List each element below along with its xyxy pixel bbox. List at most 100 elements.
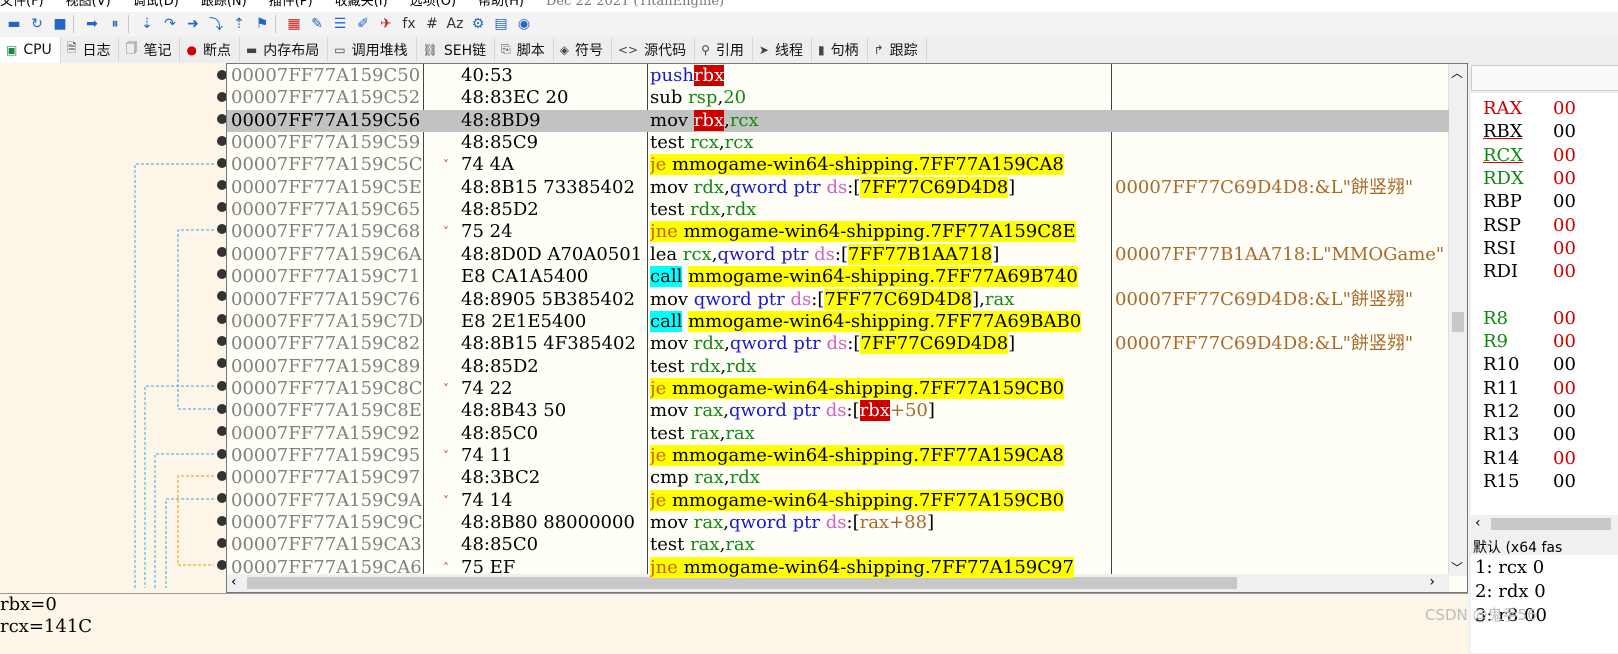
trace-over-icon[interactable]: ⤵ (207, 15, 225, 33)
register-list[interactable]: RAX 00 RBX 00 RCX 00 RDX 00 RBP 00 RSP 00 RSI 00 RDI 00… (1471, 93, 1618, 518)
disasm-row[interactable]: 00007FF77A159C59 48:85C9 test rcx,rcx (227, 132, 1449, 154)
address: 00007FF77A159C56 (231, 109, 421, 131)
register-row[interactable]: RAX 00 (1483, 97, 1576, 120)
disasm-row[interactable]: 00007FF77A159C8E 48:8B43 50 mov rax,qword … (227, 400, 1449, 422)
scroll-thumb[interactable] (1452, 312, 1464, 332)
label-icon[interactable]: ✐ (354, 15, 372, 33)
disasm-row[interactable]: 00007FF77A159C56 48:8BD9 mov rbx,rcx (227, 109, 1449, 132)
tab-handles[interactable]: ▮ 句柄 (812, 37, 868, 62)
disasm-row[interactable]: 00007FF77A159C65 48:85D2 test rdx,rdx (227, 199, 1449, 221)
restart-icon[interactable]: ↻ (28, 15, 46, 33)
tab-callstack[interactable]: ▭ 调用堆栈 (328, 37, 417, 62)
help-icon[interactable]: ◉ (515, 15, 533, 33)
calling-convention[interactable]: 默认 (x64 fas (1473, 537, 1562, 557)
scylla-icon[interactable]: ▦ (285, 15, 303, 33)
register-row[interactable]: RSP 00 (1483, 214, 1576, 237)
register-row[interactable]: R11 00 (1483, 377, 1576, 400)
disasm-row[interactable]: 00007FF77A159C6A 48:8D0D A70A0501 lea rcx,… (227, 243, 1449, 266)
disasm-row[interactable]: 00007FF77A159CA6 ˄ 75 EF jne mmogame-win64-… (227, 556, 1449, 579)
disasm-row[interactable]: 00007FF77A159C89 48:85D2 test rdx,rdx (227, 356, 1449, 378)
disasm-row[interactable]: 00007FF77A159C8C ˅ 74 22 je mmogame-win64-s… (227, 377, 1449, 400)
scroll-up-icon[interactable]: ︿ (1451, 64, 1463, 81)
disasm-row[interactable]: 00007FF77A159C5E 48:8B15 73385402 mov rdx,… (227, 176, 1449, 199)
bookmark-icon[interactable]: ✈ (377, 15, 395, 33)
run-to-user-code-icon[interactable]: ⚑ (253, 15, 271, 33)
run-icon[interactable]: ➡ (83, 15, 101, 33)
stop-icon[interactable]: ■ (51, 15, 69, 33)
disasm-row[interactable]: 00007FF77A159C97 48:3BC2 cmp rax,rdx (227, 467, 1449, 489)
register-row[interactable]: RCX 00 (1483, 144, 1576, 167)
tab-log[interactable]: 🗎 日志 (61, 37, 120, 62)
pause-icon[interactable]: ⏸ (106, 15, 124, 33)
hscroll-thumb[interactable] (1491, 518, 1611, 530)
tab-seh[interactable]: ⛓ SEH链 (417, 37, 496, 62)
instruction-token: rax (725, 422, 755, 444)
scroll-left-icon[interactable]: ‹ (1475, 515, 1481, 531)
settings-icon[interactable]: ⚙ (469, 15, 487, 33)
hash-icon[interactable]: # (423, 15, 441, 33)
tab-breakpoint[interactable]: ● 断点 (180, 37, 240, 62)
disasm-row[interactable]: 00007FF77A159C9A ˅ 74 14 je mmogame-win64-s… (227, 489, 1449, 512)
instruction-token: rdx (693, 176, 725, 198)
register-row[interactable]: RSI 00 (1483, 237, 1576, 260)
trace-into-icon[interactable]: ➜ (184, 15, 202, 33)
register-row[interactable]: R15 00 (1483, 470, 1576, 493)
instruction-token: mmogame-win64-shipping.7FF77A69B740 (688, 266, 1078, 288)
menu-item[interactable]: 调试(D) (133, 0, 179, 8)
vertical-scrollbar[interactable]: ︿ ﹀ (1448, 64, 1467, 576)
comment-icon[interactable]: ☰ (331, 15, 349, 33)
disasm-row[interactable]: 00007FF77A159C50 40:53 pushrbx (227, 65, 1449, 87)
register-row[interactable]: RDI 00 (1483, 260, 1576, 283)
tab-script[interactable]: ⎘ 脚本 (495, 37, 554, 62)
disasm-row[interactable]: 00007FF77A159C71 E8 CA1A5400 call mmogame-… (227, 266, 1449, 288)
tab-trace[interactable]: ↱ 跟踪 (868, 37, 927, 62)
register-row[interactable]: R9 00 (1483, 330, 1576, 353)
tab-notes[interactable]: 🗍 笔记 (119, 37, 181, 62)
register-row[interactable]: RDX 00 (1483, 167, 1576, 190)
menu-item[interactable]: 帮助(H) (478, 0, 524, 8)
register-row[interactable]: R14 00 (1483, 447, 1576, 470)
open-icon[interactable]: ▬ (5, 15, 23, 33)
calculator-icon[interactable]: ▤ (492, 15, 510, 33)
menu-item[interactable]: 选项(O) (410, 0, 456, 8)
function-icon[interactable]: fx (400, 15, 418, 33)
tab-references[interactable]: ⚲ 引用 (695, 37, 753, 62)
step-over-icon[interactable]: ↷ (161, 15, 179, 33)
menu-item[interactable]: 插件(P) (269, 0, 313, 8)
disassembly-view[interactable]: ︿ ﹀ ‹ › 00007FF77A159C50 40:53 pushrbx 0000… (226, 63, 1468, 593)
register-hscrollbar[interactable]: ‹ (1471, 515, 1618, 533)
disasm-row[interactable]: 00007FF77A159C82 48:8B15 4F385402 mov rdx,… (227, 333, 1449, 355)
tab-memory[interactable]: ▬ 内存布局 (240, 37, 329, 62)
register-row[interactable]: RBX 00 (1483, 120, 1576, 143)
disasm-row[interactable]: 00007FF77A159C92 48:85C0 test rax,rax (227, 423, 1449, 445)
patch-icon[interactable]: ✎ (308, 15, 326, 33)
hscroll-thumb[interactable] (247, 577, 1237, 589)
disasm-row[interactable]: 00007FF77A159C7D E8 2E1E5400 call mmogame-… (227, 310, 1449, 333)
disasm-row[interactable]: 00007FF77A159C68 ˅ 75 24 jne mmogame-win64-… (227, 221, 1449, 243)
disasm-row[interactable]: 00007FF77A159C52 48:83EC 20 sub rsp,20 (227, 87, 1449, 109)
disasm-row[interactable]: 00007FF77A159C5C ˅ 74 4A je mmogame-win64-s… (227, 154, 1449, 176)
address: 00007FF77A159C65 (231, 199, 421, 221)
register-row[interactable]: R8 00 (1483, 307, 1576, 330)
register-row[interactable]: RBP 00 (1483, 190, 1576, 213)
tab-threads[interactable]: ➤ 线程 (753, 37, 812, 62)
register-row[interactable]: R13 00 (1483, 423, 1576, 446)
disasm-row[interactable]: 00007FF77A159C95 ˅ 74 11 je mmogame-win64-s… (227, 444, 1449, 467)
menu-item[interactable]: 跟踪(N) (201, 0, 247, 8)
execute-till-return-icon[interactable]: ⇡ (230, 15, 248, 33)
tab-symbol[interactable]: ◈ 符号 (554, 37, 612, 62)
disasm-row[interactable]: 00007FF77A159CA3 48:85C0 test rax,rax (227, 534, 1449, 556)
font-icon[interactable]: Az (446, 15, 464, 33)
register-row[interactable]: R12 00 (1483, 400, 1576, 423)
disasm-row[interactable]: 00007FF77A159C76 48:8905 5B385402 mov qwor… (227, 288, 1449, 311)
opcode-bytes: 48:83EC 20 (461, 87, 569, 109)
scroll-down-icon[interactable]: ﹀ (1451, 559, 1463, 576)
menu-item[interactable]: 视图(V) (66, 0, 111, 8)
tab-source[interactable]: <> 源代码 (612, 37, 696, 62)
menu-item[interactable]: 收藏夹(I) (335, 0, 388, 8)
tab-cpu[interactable]: ▣ CPU (0, 37, 61, 63)
disasm-row[interactable]: 00007FF77A159C9C 48:8B80 88000000 mov rax,… (227, 512, 1449, 534)
step-into-icon[interactable]: ⇣ (138, 15, 156, 33)
register-row[interactable]: R10 00 (1483, 353, 1576, 376)
menu-item[interactable]: 文件(F) (0, 0, 44, 8)
